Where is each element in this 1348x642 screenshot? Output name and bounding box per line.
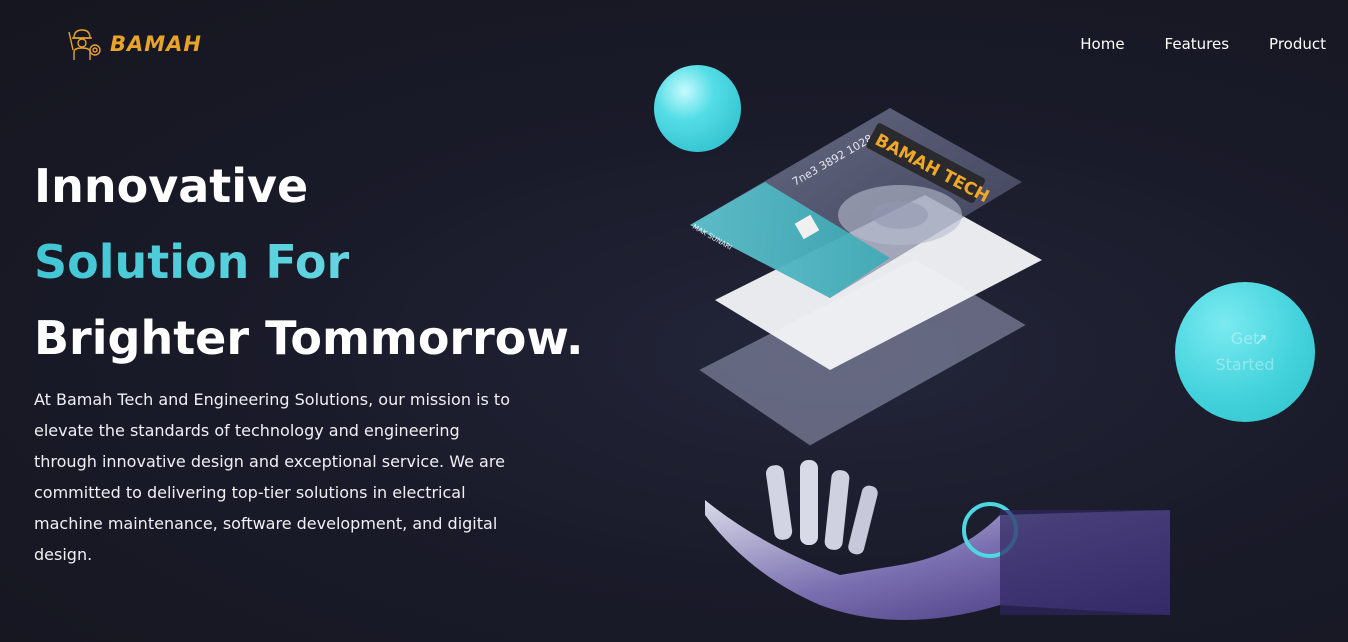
robot-hand [705,460,1170,620]
hero-illustration: 7ne3 3892 1028 MAK SUNARI BAMAH TECH [690,108,1170,620]
hero-headline: Innovative Solution For Brighter Tommorr… [34,148,583,376]
engineer-logo-icon [68,29,101,60]
hero-line-2: Solution For [34,224,583,300]
brand-name: BAMAH [110,32,202,56]
nav-features-link[interactable]: Features [1165,35,1230,53]
nav-home-link[interactable]: Home [1080,35,1124,53]
get-started-button[interactable]: Get Started ↗ [1175,282,1315,422]
hero-line-1: Innovative [34,159,309,213]
main-menu: Home Features Product [1080,35,1326,53]
nav-product-link[interactable]: Product [1269,35,1326,53]
hero-description: At Bamah Tech and Engineering Solutions,… [34,390,510,564]
hero-line-3: Brighter Tommorrow. [34,311,584,365]
brand-logo[interactable]: BAMAH [64,24,202,64]
arrow-up-right-icon: ↗ [1255,330,1268,348]
get-started-label: Get Started [1215,329,1275,374]
